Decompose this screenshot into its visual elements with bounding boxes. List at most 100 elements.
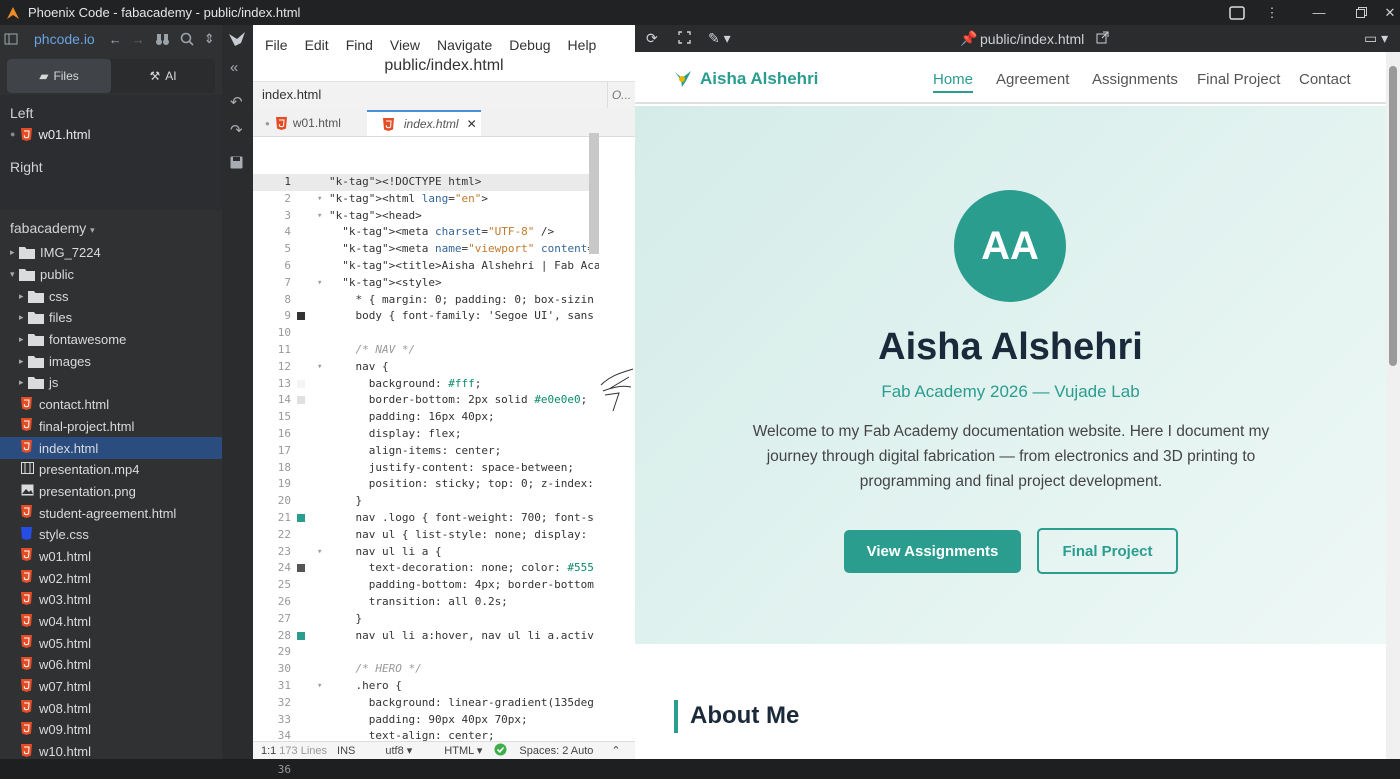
code-line[interactable]: text-align: center; bbox=[329, 728, 599, 741]
code-line[interactable]: nav .logo { font-weight: 700; font-s bbox=[329, 510, 599, 527]
code-line[interactable]: "k-tag"><style> bbox=[329, 275, 599, 292]
fold-arrow-icon[interactable]: ▾ bbox=[317, 191, 322, 208]
caret-right-icon[interactable]: ▸ bbox=[19, 334, 28, 345]
insert-mode[interactable]: INS bbox=[337, 745, 355, 757]
minimize-icon[interactable]: — bbox=[1308, 0, 1330, 25]
code-line[interactable]: border-bottom: 2px solid #e0e0e0; bbox=[329, 392, 599, 409]
editor-scrollbar[interactable] bbox=[589, 133, 599, 254]
view-assignments-button[interactable]: View Assignments bbox=[844, 530, 1021, 573]
tab-ai[interactable]: ⚒ AI bbox=[111, 59, 215, 93]
working-set-file[interactable]: ● w01.html bbox=[0, 123, 222, 145]
code-line[interactable]: align-items: center; bbox=[329, 443, 599, 460]
close-window-icon[interactable]: ✕ bbox=[1382, 0, 1398, 25]
caret-right-icon[interactable]: ▸ bbox=[19, 377, 28, 388]
menu-edit[interactable]: Edit bbox=[305, 37, 329, 57]
back-arrow-icon[interactable]: ← bbox=[109, 32, 122, 47]
code-line[interactable]: position: sticky; top: 0; z-index: bbox=[329, 476, 599, 493]
pin-icon[interactable]: 📌 bbox=[960, 30, 977, 47]
code-line[interactable]: .hero { bbox=[329, 678, 599, 695]
code-line[interactable]: "k-tag"><meta name="viewport" content="w… bbox=[329, 241, 599, 258]
menu-help[interactable]: Help bbox=[568, 37, 597, 57]
code-area[interactable]: "k-tag"><!DOCTYPE html> "k-tag"><html lan… bbox=[329, 174, 599, 741]
tree-file[interactable]: presentation.mp4 bbox=[0, 459, 222, 481]
cursor-position[interactable]: 1:1 bbox=[261, 745, 276, 757]
fold-arrow-icon[interactable]: ▾ bbox=[317, 678, 322, 695]
tab-files[interactable]: ▰ Files bbox=[7, 59, 111, 93]
sidebar-toggle-icon[interactable] bbox=[4, 32, 18, 46]
code-line[interactable] bbox=[329, 644, 599, 661]
tree-folder[interactable]: ▸ fontawesome bbox=[0, 329, 222, 351]
menu-debug[interactable]: Debug bbox=[509, 37, 550, 57]
code-line[interactable]: nav ul { list-style: none; display: bbox=[329, 527, 599, 544]
code-line[interactable]: padding: 16px 40px; bbox=[329, 409, 599, 426]
code-line[interactable]: body { font-family: 'Segoe UI', sans bbox=[329, 308, 599, 325]
tree-file[interactable]: w07.html bbox=[0, 676, 222, 698]
tree-folder[interactable]: ▸ files bbox=[0, 307, 222, 329]
fullscreen-icon[interactable] bbox=[678, 30, 691, 47]
language-select[interactable]: HTML ▾ bbox=[436, 744, 482, 757]
code-line[interactable]: "k-tag"><html lang="en"> bbox=[329, 191, 599, 208]
expand-up-icon[interactable]: ⌃ bbox=[611, 744, 620, 757]
nav-home[interactable]: Home bbox=[933, 71, 974, 93]
code-line[interactable]: } bbox=[329, 611, 599, 628]
code-line[interactable]: nav { bbox=[329, 359, 599, 376]
code-line[interactable]: * { margin: 0; padding: 0; box-sizin bbox=[329, 292, 599, 309]
phoenix-bird-icon[interactable] bbox=[228, 31, 246, 52]
code-line[interactable]: } bbox=[329, 493, 599, 510]
code-line[interactable]: "k-tag"><title>Aisha Alshehri | Fab Acad… bbox=[329, 258, 599, 275]
code-line[interactable]: padding: 90px 40px 70px; bbox=[329, 712, 599, 729]
code-line[interactable]: justify-content: space-between; bbox=[329, 460, 599, 477]
code-line[interactable]: nav ul li a:hover, nav ul li a.activ bbox=[329, 628, 599, 645]
tree-file[interactable]: w10.html bbox=[0, 741, 222, 763]
nav-agreement[interactable]: Agreement bbox=[996, 71, 1069, 88]
tree-file[interactable]: w02.html bbox=[0, 567, 222, 589]
tree-file[interactable]: final-project.html bbox=[0, 416, 222, 438]
code-line[interactable]: /* HERO */ bbox=[329, 661, 599, 678]
final-project-button[interactable]: Final Project bbox=[1037, 528, 1178, 574]
binoculars-icon[interactable] bbox=[155, 33, 170, 46]
indent-setting[interactable]: Spaces: 2 Auto bbox=[519, 745, 593, 757]
code-line[interactable]: text-decoration: none; color: #555 bbox=[329, 560, 599, 577]
lint-ok-icon[interactable] bbox=[494, 743, 507, 759]
tree-file[interactable]: w05.html bbox=[0, 632, 222, 654]
search-icon[interactable] bbox=[180, 32, 194, 46]
tree-file[interactable]: w06.html bbox=[0, 654, 222, 676]
tree-file[interactable]: style.css bbox=[0, 524, 222, 546]
tree-file[interactable]: presentation.png bbox=[0, 481, 222, 503]
code-line[interactable]: display: flex; bbox=[329, 426, 599, 443]
tree-file[interactable]: w01.html bbox=[0, 546, 222, 568]
fold-arrow-icon[interactable]: ▾ bbox=[317, 544, 322, 561]
fold-arrow-icon[interactable]: ▾ bbox=[317, 359, 322, 376]
tree-folder[interactable]: ▾ public bbox=[0, 264, 222, 286]
reload-icon[interactable]: ⟳ bbox=[646, 30, 658, 47]
caret-down-icon[interactable]: ▾ bbox=[10, 269, 19, 280]
caret-right-icon[interactable]: ▸ bbox=[19, 312, 28, 323]
project-dropdown[interactable]: fabacademy ▾ bbox=[0, 210, 222, 242]
menu-file[interactable]: File bbox=[265, 37, 288, 57]
caret-right-icon[interactable]: ▸ bbox=[19, 291, 28, 302]
tree-folder[interactable]: ▸ images bbox=[0, 350, 222, 372]
tree-file[interactable]: w09.html bbox=[0, 719, 222, 741]
code-line[interactable]: background: linear-gradient(135deg bbox=[329, 695, 599, 712]
tree-file[interactable]: w08.html bbox=[0, 697, 222, 719]
open-external-icon[interactable] bbox=[1096, 31, 1109, 47]
menu-find[interactable]: Find bbox=[346, 37, 373, 57]
tree-file[interactable]: index.html bbox=[0, 437, 222, 459]
tab-index[interactable]: index.html ✕ bbox=[366, 110, 481, 136]
restore-icon[interactable] bbox=[1350, 0, 1372, 25]
fold-arrow-icon[interactable]: ▾ bbox=[317, 208, 322, 225]
tree-file[interactable]: w04.html bbox=[0, 611, 222, 633]
tree-file[interactable]: w03.html bbox=[0, 589, 222, 611]
code-line[interactable] bbox=[329, 325, 599, 342]
tree-file[interactable]: contact.html bbox=[0, 394, 222, 416]
caret-right-icon[interactable]: ▸ bbox=[19, 356, 28, 367]
close-tab-icon[interactable]: ✕ bbox=[467, 117, 477, 131]
redo-icon[interactable]: ↷ bbox=[230, 121, 243, 139]
caret-right-icon[interactable]: ▸ bbox=[10, 247, 19, 258]
nav-contact[interactable]: Contact bbox=[1299, 71, 1351, 88]
tree-file[interactable]: student-agreement.html bbox=[0, 502, 222, 524]
preview-scroll-thumb[interactable] bbox=[1389, 66, 1397, 366]
code-line[interactable]: "k-tag"><head> bbox=[329, 208, 599, 225]
undo-icon[interactable]: ↶ bbox=[230, 93, 243, 111]
nav-assignments[interactable]: Assignments bbox=[1092, 71, 1178, 88]
